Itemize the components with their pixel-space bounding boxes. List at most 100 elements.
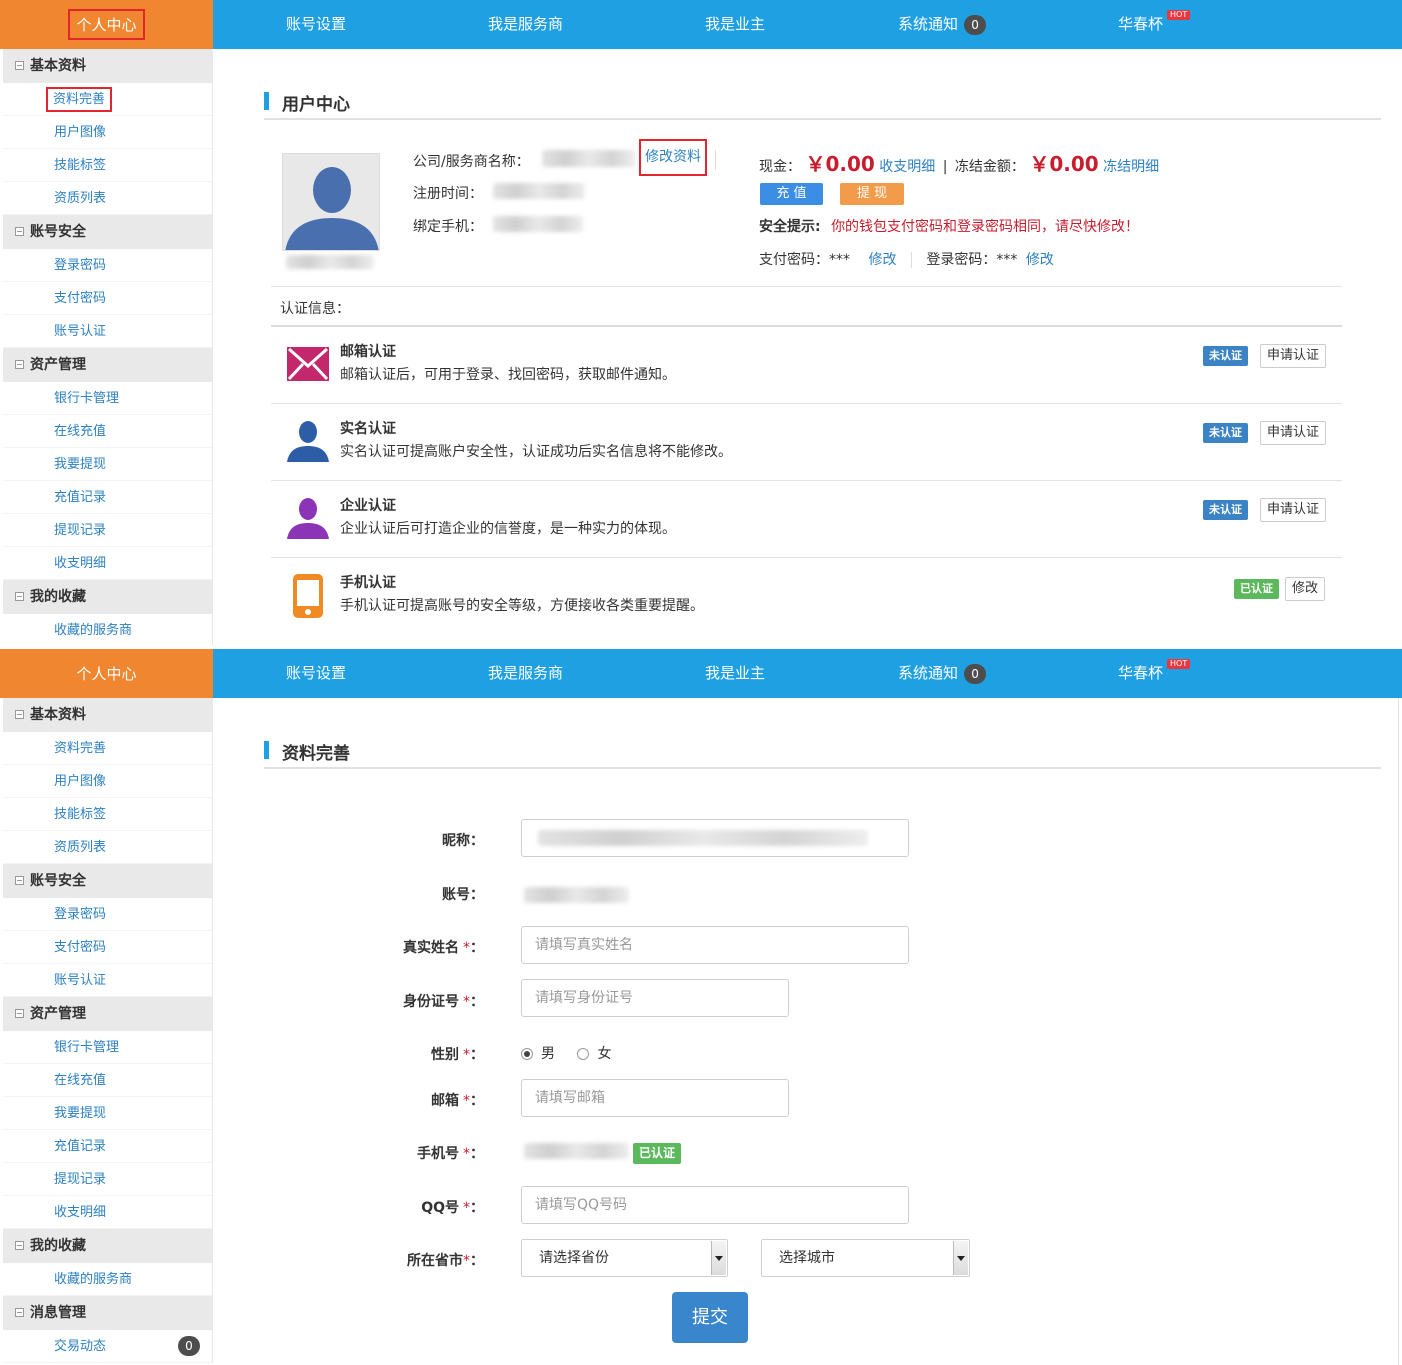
- gender-options: 男 女: [521, 1043, 611, 1063]
- sidebar-item-recharge-records[interactable]: 充值记录: [3, 481, 212, 514]
- sidebar-item-pay-password[interactable]: 支付密码: [3, 282, 212, 315]
- nav-notice-label: 系统通知: [898, 15, 959, 33]
- sidebar-section-basic[interactable]: 基本资料: [3, 49, 212, 83]
- register-label: 注册时间：: [413, 186, 483, 202]
- sidebar-item-trade-activity[interactable]: 交易动态 0: [3, 1330, 212, 1363]
- username-blurred: [286, 255, 374, 269]
- sidebar-section-security[interactable]: 账号安全: [3, 215, 212, 249]
- sidebar-item-transactions[interactable]: 收支明细: [3, 1196, 212, 1229]
- nav-cup[interactable]: 华春杯: [1118, 649, 1163, 698]
- cert-desc-email: 邮箱认证后，可用于登录、找回密码，获取邮件通知。: [340, 367, 676, 383]
- collapse-icon: [15, 710, 24, 719]
- nav-provider[interactable]: 我是服务商: [488, 0, 563, 49]
- sidebar-item-recharge[interactable]: 在线充值: [3, 415, 212, 448]
- message-count-badge: 0: [178, 1336, 200, 1356]
- gender-male-radio[interactable]: 男: [521, 1046, 555, 1062]
- frozen-value: ￥0.00: [1029, 152, 1099, 176]
- security-tip: 安全提示: 你的钱包支付密码和登录密码相同，请尽快修改！: [759, 216, 1139, 236]
- sidebar-item-recharge-records[interactable]: 充值记录: [3, 1130, 212, 1163]
- account-label: 账号：: [442, 887, 484, 903]
- nickname-input[interactable]: [521, 819, 909, 857]
- frozen-label: 冻结金额：: [954, 159, 1025, 175]
- nav-notice-label: 系统通知: [898, 664, 959, 682]
- sidebar-item-pay-password[interactable]: 支付密码: [3, 931, 212, 964]
- nav-notice[interactable]: 系统通知 0: [898, 649, 987, 698]
- nav-notice[interactable]: 系统通知 0: [898, 0, 987, 49]
- sidebar-item-withdraw[interactable]: 我要提现: [3, 1097, 212, 1130]
- apply-cert-button[interactable]: 申请认证: [1260, 498, 1327, 522]
- sidebar-item-login-password[interactable]: 登录密码: [3, 249, 212, 282]
- edit-profile-link[interactable]: 修改资料: [639, 139, 707, 176]
- sidebar-item-bank-cards[interactable]: 银行卡管理: [3, 1031, 212, 1064]
- sidebar-section-assets[interactable]: 资产管理: [3, 348, 212, 382]
- frozen-detail-link[interactable]: 冻结明细: [1103, 159, 1159, 175]
- gender-female-radio[interactable]: 女: [577, 1046, 611, 1062]
- nav-home[interactable]: 个人中心: [0, 649, 213, 698]
- sidebar-section-assets[interactable]: 资产管理: [3, 997, 212, 1031]
- sidebar-item-avatar[interactable]: 用户图像: [3, 765, 212, 798]
- apply-cert-button[interactable]: 申请认证: [1260, 421, 1327, 445]
- sidebar-item-qualifications[interactable]: 资质列表: [3, 831, 212, 864]
- apply-cert-button[interactable]: 申请认证: [1260, 344, 1327, 368]
- status-badge: 未认证: [1203, 346, 1248, 366]
- sidebar-section-messages[interactable]: 消息管理: [3, 1296, 212, 1330]
- collapse-icon: [15, 1308, 24, 1317]
- pay-password-label: 支付密码：***: [759, 252, 850, 268]
- sidebar-item-withdraw-records[interactable]: 提现记录: [3, 514, 212, 547]
- sidebar-item-login-password[interactable]: 登录密码: [3, 898, 212, 931]
- sidebar-item-fav-providers[interactable]: 收藏的服务商: [3, 1263, 212, 1296]
- email-input[interactable]: 请填写邮箱: [521, 1079, 789, 1117]
- hot-badge: HOT: [1167, 659, 1191, 669]
- page-title: 用户中心: [264, 90, 1381, 120]
- nav-account-settings[interactable]: 账号设置: [286, 649, 346, 698]
- sidebar-section-basic[interactable]: 基本资料: [3, 698, 212, 732]
- sidebar-item-skills[interactable]: 技能标签: [3, 149, 212, 182]
- sidebar-item-avatar[interactable]: 用户图像: [3, 116, 212, 149]
- cert-row-mobile: 手机认证 手机认证可提高账号的安全等级，方便接收各类重要提醒。 已认证 修改: [271, 558, 1342, 635]
- top-nav: 个人中心 账号设置 我是服务商 我是业主 系统通知 0 华春杯 HOT: [0, 649, 1402, 698]
- sidebar-item-profile[interactable]: 资料完善: [3, 83, 212, 116]
- sidebar-item-skills[interactable]: 技能标签: [3, 798, 212, 831]
- sidebar-section-security[interactable]: 账号安全: [3, 864, 212, 898]
- province-select[interactable]: 请选择省份: [521, 1239, 728, 1277]
- realname-input[interactable]: 请填写真实姓名: [521, 926, 909, 964]
- withdraw-button[interactable]: 提 现: [840, 183, 904, 205]
- nav-home[interactable]: 个人中心: [0, 0, 213, 49]
- nav-cup[interactable]: 华春杯: [1118, 0, 1163, 49]
- modify-pay-password-link[interactable]: 修改: [868, 252, 896, 268]
- sidebar-item-bank-cards[interactable]: 银行卡管理: [3, 382, 212, 415]
- sidebar-section-favorites[interactable]: 我的收藏: [3, 1229, 212, 1263]
- cash-detail-link[interactable]: 收支明细: [879, 159, 935, 175]
- nav-owner[interactable]: 我是业主: [705, 649, 765, 698]
- chevron-down-icon: [711, 1241, 726, 1275]
- wallet-line: 现金： ￥0.00 收支明细 | 冻结金额： ￥0.00 冻结明细: [759, 152, 1160, 176]
- sidebar-item-recharge[interactable]: 在线充值: [3, 1064, 212, 1097]
- sidebar-item-withdraw-records[interactable]: 提现记录: [3, 1163, 212, 1196]
- sidebar-item-transactions[interactable]: 收支明细: [3, 547, 212, 580]
- sidebar-item-qualifications[interactable]: 资质列表: [3, 182, 212, 215]
- sidebar-item-profile[interactable]: 资料完善: [3, 732, 212, 765]
- avatar[interactable]: [282, 153, 380, 251]
- modify-login-password-link[interactable]: 修改: [1026, 252, 1054, 268]
- nav-account-settings[interactable]: 账号设置: [286, 0, 346, 49]
- sidebar-item-withdraw[interactable]: 我要提现: [3, 448, 212, 481]
- phone-blurred: [493, 216, 583, 232]
- email-label: 邮箱 *：: [431, 1093, 484, 1109]
- qq-input[interactable]: 请填写QQ号码: [521, 1186, 909, 1224]
- profile-panel: 个人中心 账号设置 我是服务商 我是业主 系统通知 0 华春杯 HOT 基本资料 …: [0, 649, 1402, 1365]
- sidebar-item-account-cert[interactable]: 账号认证: [3, 315, 212, 348]
- submit-button[interactable]: 提交: [672, 1292, 748, 1343]
- sidebar-item-account-cert[interactable]: 账号认证: [3, 964, 212, 997]
- city-select[interactable]: 选择城市: [761, 1239, 970, 1277]
- nav-provider[interactable]: 我是服务商: [488, 649, 563, 698]
- company-label: 公司/服务商名称：: [413, 154, 530, 170]
- notice-count-badge: 0: [964, 14, 987, 35]
- modify-mobile-button[interactable]: 修改: [1285, 577, 1326, 601]
- nav-owner[interactable]: 我是业主: [705, 0, 765, 49]
- idcard-input[interactable]: 请填写身份证号: [521, 979, 789, 1017]
- security-tip-label: 安全提示:: [759, 219, 821, 235]
- idcard-label: 身份证号 *：: [403, 994, 484, 1010]
- sidebar-section-favorites[interactable]: 我的收藏: [3, 580, 212, 614]
- recharge-button[interactable]: 充 值: [760, 183, 823, 205]
- sidebar-item-fav-providers[interactable]: 收藏的服务商: [3, 614, 212, 645]
